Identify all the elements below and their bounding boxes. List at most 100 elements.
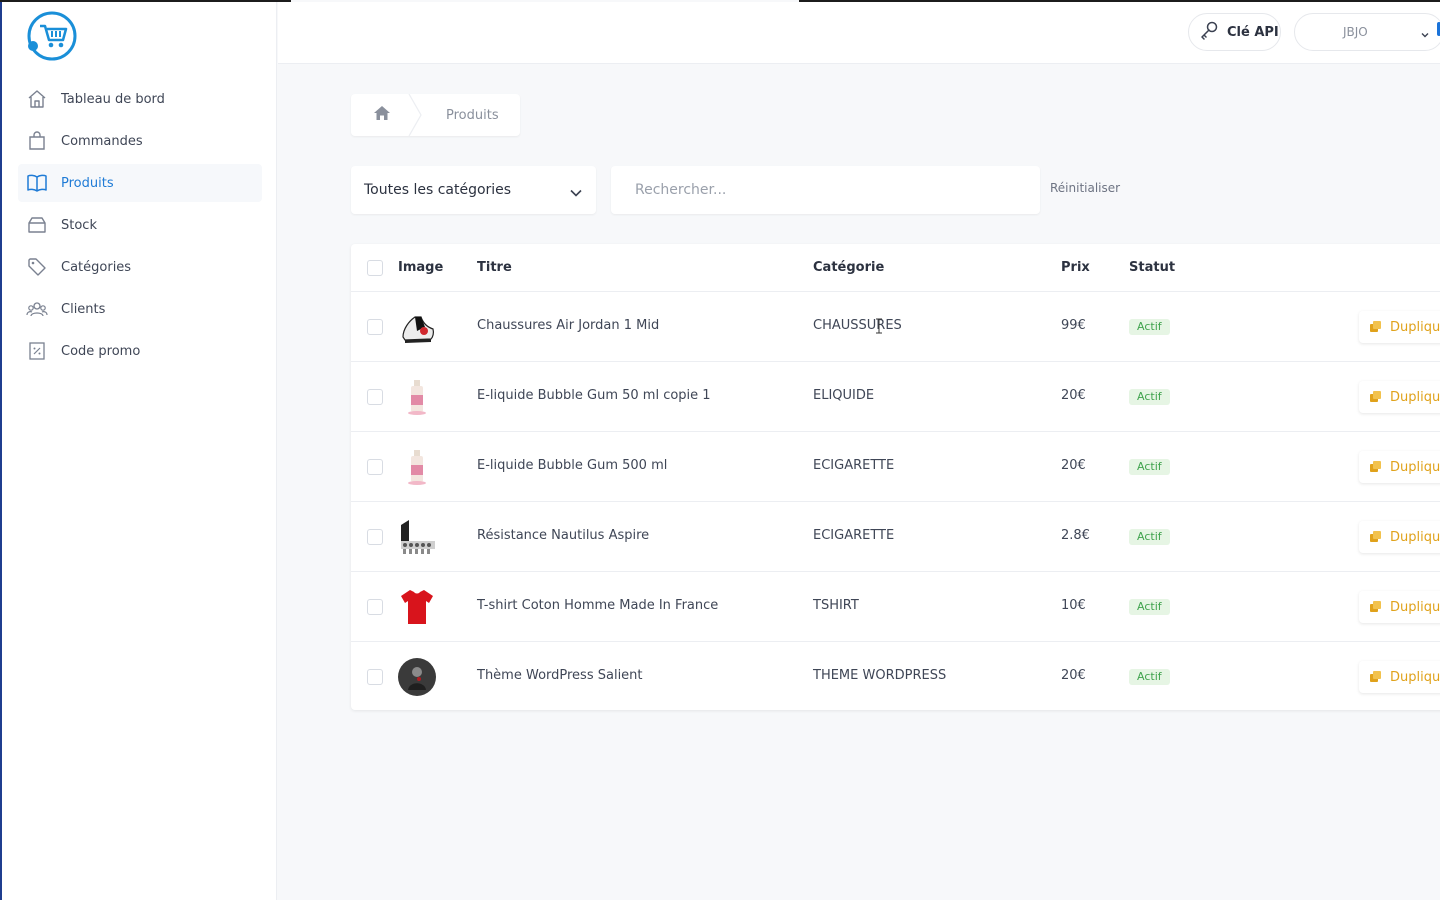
duplicate-button[interactable]: Dupliqu (1359, 521, 1440, 553)
product-category: ELIQUIDE (813, 388, 875, 403)
home-icon (26, 88, 48, 110)
text-cursor-icon (876, 318, 882, 334)
product-thumbnail-sneaker (397, 307, 437, 347)
search-input[interactable] (611, 166, 1040, 214)
table-header: Image Titre Catégorie Prix Statut (351, 244, 1440, 292)
sidebar-item-dashboard[interactable]: Tableau de bord (18, 80, 262, 118)
users-icon (26, 298, 48, 320)
duplicate-label: Dupliqu (1390, 459, 1440, 475)
sidebar-item-promo-code[interactable]: Code promo (18, 332, 262, 370)
product-title[interactable]: E-liquide Bubble Gum 500 ml (477, 458, 667, 473)
product-price: 20€ (1061, 668, 1086, 683)
chevron-down-icon (569, 184, 583, 203)
home-icon (373, 105, 391, 125)
duplicate-button[interactable]: Dupliqu (1359, 661, 1440, 693)
product-category: THEME WORDPRESS (813, 668, 947, 683)
product-thumbnail-bottle (397, 377, 437, 417)
chevron-down-icon (1419, 26, 1431, 45)
sidebar-item-label: Tableau de bord (61, 91, 165, 107)
sidebar-item-stock[interactable]: Stock (18, 206, 262, 244)
column-header-price[interactable]: Prix (1061, 260, 1090, 275)
product-title[interactable]: Chaussures Air Jordan 1 Mid (477, 318, 659, 333)
duplicate-label: Dupliqu (1390, 599, 1440, 615)
breadcrumb-home[interactable] (351, 94, 413, 136)
reset-button[interactable]: Réinitialiser (1050, 181, 1120, 195)
column-header-status[interactable]: Statut (1129, 260, 1175, 275)
product-price: 99€ (1061, 318, 1086, 333)
duplicate-label: Dupliqu (1390, 529, 1440, 545)
copy-icon (1369, 598, 1382, 617)
sidebar-nav: Tableau de bord Commandes Produits Stock… (18, 80, 262, 374)
duplicate-label: Dupliqu (1390, 319, 1440, 335)
row-checkbox[interactable] (367, 459, 383, 475)
product-title[interactable]: Thème WordPress Salient (477, 668, 643, 683)
duplicate-label: Dupliqu (1390, 389, 1440, 405)
table-row[interactable]: Chaussures Air Jordan 1 Mid CHAUSSURES 9… (351, 292, 1440, 362)
table-row[interactable]: Thème WordPress Salient THEME WORDPRESS … (351, 642, 1440, 712)
status-badge: Actif (1129, 529, 1170, 545)
row-checkbox[interactable] (367, 529, 383, 545)
api-key-label: Clé API (1227, 24, 1279, 40)
product-price: 2.8€ (1061, 528, 1090, 543)
status-badge: Actif (1129, 459, 1170, 475)
product-category: TSHIRT (813, 598, 859, 613)
user-dropdown[interactable]: JBJO (1294, 13, 1440, 51)
copy-icon (1369, 458, 1382, 477)
product-title[interactable]: Résistance Nautilus Aspire (477, 528, 649, 543)
api-key-button[interactable]: Clé API (1188, 13, 1281, 51)
sidebar-item-categories[interactable]: Catégories (18, 248, 262, 286)
duplicate-label: Dupliqu (1390, 669, 1440, 685)
duplicate-button[interactable]: Dupliqu (1359, 451, 1440, 483)
bag-icon (26, 130, 48, 152)
copy-icon (1369, 668, 1382, 687)
table-row[interactable]: E-liquide Bubble Gum 500 ml ECIGARETTE 2… (351, 432, 1440, 502)
category-select[interactable]: Toutes les catégories (351, 166, 596, 214)
status-badge: Actif (1129, 389, 1170, 405)
column-header-title[interactable]: Titre (477, 260, 512, 275)
tag-icon (26, 256, 48, 278)
sidebar-item-clients[interactable]: Clients (18, 290, 262, 328)
product-thumbnail-tshirt (397, 587, 437, 627)
duplicate-button[interactable]: Dupliqu (1359, 311, 1440, 343)
row-checkbox[interactable] (367, 319, 383, 335)
column-header-image[interactable]: Image (398, 260, 443, 275)
duplicate-button[interactable]: Dupliqu (1359, 591, 1440, 623)
product-category: ECIGARETTE (813, 528, 895, 543)
sidebar: Tableau de bord Commandes Produits Stock… (2, 2, 277, 900)
book-icon (26, 172, 48, 194)
box-icon (26, 214, 48, 236)
duplicate-button[interactable]: Dupliqu (1359, 381, 1440, 413)
key-icon (1199, 20, 1219, 44)
sidebar-item-label: Stock (61, 217, 97, 233)
topbar: Clé API JBJO (278, 2, 1440, 64)
row-checkbox[interactable] (367, 669, 383, 685)
product-thumbnail-avatar (397, 657, 437, 697)
product-title[interactable]: T-shirt Coton Homme Made In France (477, 598, 718, 613)
product-thumbnail-coils (397, 517, 437, 557)
row-checkbox[interactable] (367, 389, 383, 405)
status-badge: Actif (1129, 599, 1170, 615)
breadcrumb: Produits (351, 94, 520, 136)
sidebar-item-label: Catégories (61, 259, 132, 275)
product-category: CHAUSSURES (813, 318, 902, 333)
table-row[interactable]: E-liquide Bubble Gum 50 ml copie 1 ELIQU… (351, 362, 1440, 432)
table-row[interactable]: Résistance Nautilus Aspire ECIGARETTE 2.… (351, 502, 1440, 572)
product-price: 20€ (1061, 458, 1086, 473)
column-header-category[interactable]: Catégorie (813, 260, 884, 275)
sidebar-item-orders[interactable]: Commandes (18, 122, 262, 160)
sidebar-item-label: Clients (61, 301, 106, 317)
row-checkbox[interactable] (367, 599, 383, 615)
category-select-value: Toutes les catégories (364, 182, 512, 198)
breadcrumb-current: Produits (446, 107, 499, 123)
product-price: 10€ (1061, 598, 1086, 613)
copy-icon (1369, 388, 1382, 407)
sidebar-item-products[interactable]: Produits (18, 164, 262, 202)
shop-cart-logo[interactable] (24, 8, 80, 64)
select-all-checkbox[interactable] (367, 260, 383, 276)
product-thumbnail-bottle (397, 447, 437, 487)
sidebar-item-label: Produits (61, 175, 114, 191)
product-category: ECIGARETTE (813, 458, 895, 473)
product-title[interactable]: E-liquide Bubble Gum 50 ml copie 1 (477, 388, 711, 403)
breadcrumb-separator (408, 94, 422, 136)
table-row[interactable]: T-shirt Coton Homme Made In France TSHIR… (351, 572, 1440, 642)
